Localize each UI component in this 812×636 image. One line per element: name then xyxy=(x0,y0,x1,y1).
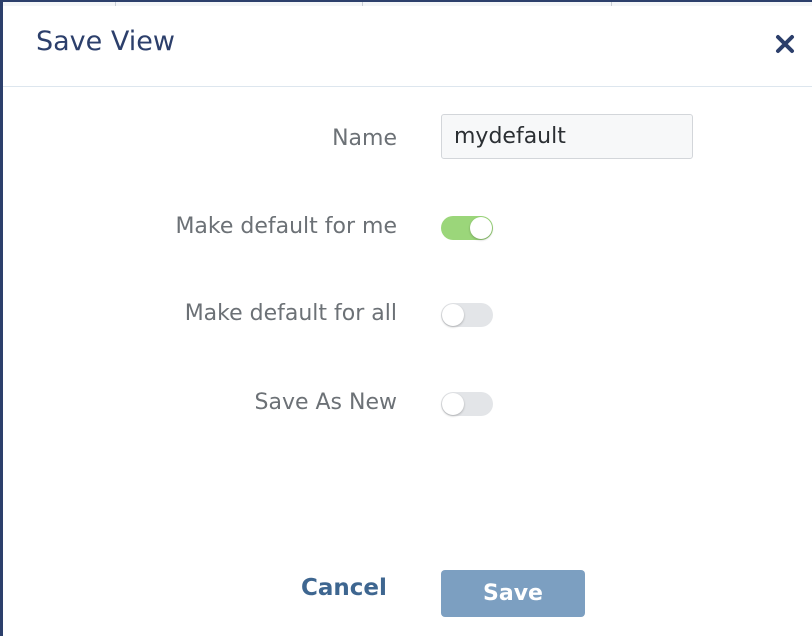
save-view-dialog: Save View Name Make default for me Make … xyxy=(3,6,812,636)
make-default-for-all-toggle[interactable] xyxy=(441,303,493,327)
save-as-new-label: Save As New xyxy=(254,390,397,415)
save-as-new-toggle[interactable] xyxy=(441,392,493,416)
toggle-knob xyxy=(442,304,464,326)
save-button[interactable]: Save xyxy=(441,570,585,617)
cancel-button[interactable]: Cancel xyxy=(301,575,387,601)
dialog-header: Save View xyxy=(3,6,812,87)
close-icon[interactable] xyxy=(773,32,797,56)
name-label: Name xyxy=(332,126,397,151)
dialog-frame: Save View Name Make default for me Make … xyxy=(0,0,812,636)
make-default-for-me-toggle[interactable] xyxy=(441,216,493,240)
dialog-title: Save View xyxy=(36,26,175,57)
make-default-for-all-label: Make default for all xyxy=(184,301,397,326)
name-input[interactable] xyxy=(441,114,693,159)
make-default-for-me-label: Make default for me xyxy=(175,214,397,239)
toggle-knob xyxy=(442,393,464,415)
toggle-knob xyxy=(470,217,492,239)
